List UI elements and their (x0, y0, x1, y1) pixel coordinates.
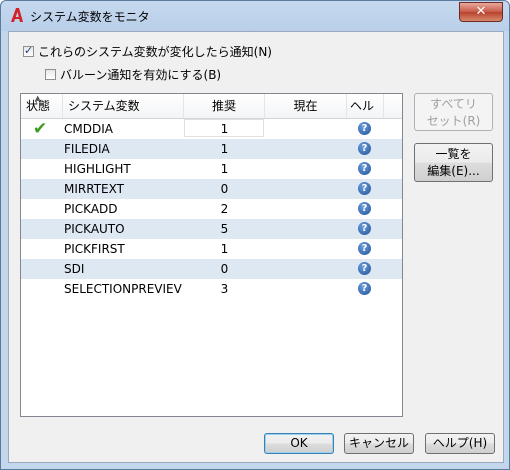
variable-name: PICKFIRST (64, 242, 125, 256)
cancel-button[interactable]: キャンセル (344, 433, 414, 454)
preferred-value: 1 (220, 162, 229, 176)
help-icon[interactable]: ? (358, 182, 371, 195)
preferred-value: 0 (220, 182, 229, 196)
current-value (265, 159, 347, 179)
autocad-app-icon (11, 8, 23, 22)
variable-name: MIRRTEXT (64, 182, 124, 196)
list-rows: ✔ CMDDIA 1? FILEDIA 1? HIGHLIGHT 1? MIRRTEXT 0? P… (21, 119, 402, 299)
preferred-value: 1 (220, 122, 229, 136)
column-header-current[interactable]: 現在 (265, 94, 347, 118)
current-value (265, 219, 347, 239)
preferred-value: 1 (220, 242, 229, 256)
current-value (265, 239, 347, 259)
current-value (265, 119, 347, 139)
sort-indicator-icon: ▲ (35, 94, 41, 102)
help-icon[interactable]: ? (358, 262, 371, 275)
variable-name: PICKAUTO (64, 222, 125, 236)
column-header-help[interactable]: ヘル (347, 94, 384, 118)
current-value (265, 259, 347, 279)
dialog-window: システム変数をモニタ ✕ ✓ これらのシステム変数が変化したら通知(N) バルー… (0, 0, 510, 470)
close-icon: ✕ (475, 4, 487, 19)
status-ok-icon: ✔ (33, 119, 48, 139)
help-icon[interactable]: ? (358, 222, 371, 235)
variable-name: CMDDIA (64, 122, 113, 136)
current-value (265, 199, 347, 219)
current-value (265, 139, 347, 159)
table-row[interactable]: FILEDIA 1? (21, 139, 402, 159)
table-row[interactable]: ✔ CMDDIA 1? (21, 119, 402, 139)
help-icon[interactable]: ? (358, 242, 371, 255)
notify-option[interactable]: ✓ これらのシステム変数が変化したら通知(N) (23, 43, 272, 60)
variable-name: SDI (64, 262, 85, 276)
notify-checkbox[interactable]: ✓ (23, 44, 34, 57)
preferred-value: 2 (220, 202, 229, 216)
column-header-variable[interactable]: システム変数 (63, 94, 184, 118)
help-button[interactable]: ヘルプ(H) (425, 433, 495, 454)
system-variable-list[interactable]: ▲ 状態 システム変数 推奨 現在 ヘル ✔ CMDDIA 1? FILEDIA 1? H… (20, 93, 403, 417)
title-bar[interactable]: システム変数をモニタ ✕ (1, 1, 509, 29)
list-header: ▲ 状態 システム変数 推奨 現在 ヘル (21, 94, 402, 119)
reset-all-button[interactable]: すべてリ セット(R) (414, 93, 493, 131)
column-header-preferred[interactable]: 推奨 (184, 94, 265, 118)
help-icon[interactable]: ? (358, 122, 371, 135)
close-button[interactable]: ✕ (459, 2, 503, 22)
balloon-option[interactable]: バルーン通知を有効にする(B) (45, 66, 221, 83)
table-row[interactable]: PICKAUTO 5? (21, 219, 402, 239)
notify-label: これらのシステム変数が変化したら通知(N) (38, 45, 272, 59)
window-title: システム変数をモニタ (30, 10, 150, 24)
table-row[interactable]: SELECTIONPREVIEV 3? (21, 279, 402, 299)
checkmark-icon: ✓ (24, 44, 34, 57)
table-row[interactable]: SDI 0? (21, 259, 402, 279)
variable-name: FILEDIA (64, 142, 110, 156)
preferred-value: 5 (220, 222, 229, 236)
column-header-status[interactable]: ▲ 状態 (21, 94, 63, 118)
help-icon[interactable]: ? (358, 202, 371, 215)
table-row[interactable]: HIGHLIGHT 1? (21, 159, 402, 179)
preferred-value: 3 (220, 282, 229, 296)
variable-name: SELECTIONPREVIEV (64, 282, 182, 296)
preferred-value: 1 (220, 142, 229, 156)
table-row[interactable]: PICKADD 2? (21, 199, 402, 219)
help-icon[interactable]: ? (358, 142, 371, 155)
balloon-label: バルーン通知を有効にする(B) (60, 68, 222, 82)
help-icon[interactable]: ? (358, 162, 371, 175)
preferred-value: 0 (220, 262, 229, 276)
current-value (265, 279, 347, 299)
table-row[interactable]: MIRRTEXT 0? (21, 179, 402, 199)
variable-name: HIGHLIGHT (64, 162, 131, 176)
help-icon[interactable]: ? (358, 282, 371, 295)
table-row[interactable]: PICKFIRST 1? (21, 239, 402, 259)
variable-name: PICKADD (64, 202, 118, 216)
ok-button[interactable]: OK (264, 433, 334, 454)
balloon-checkbox[interactable] (45, 69, 56, 80)
dialog-client-area: ✓ これらのシステム変数が変化したら通知(N) バルーン通知を有効にする(B) … (8, 31, 504, 463)
edit-list-button[interactable]: 一覧を 編集(E)... (414, 143, 493, 182)
current-value (265, 179, 347, 199)
